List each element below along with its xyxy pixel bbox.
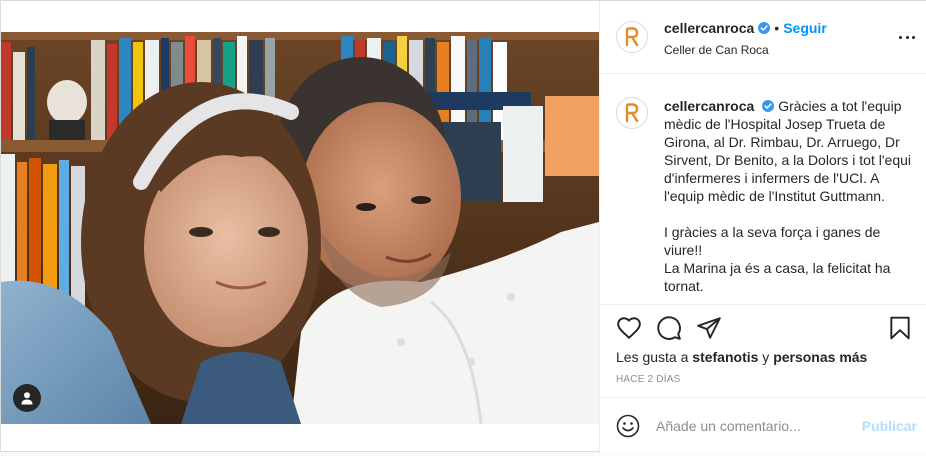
photo-image xyxy=(1,32,599,424)
person-icon xyxy=(21,392,33,405)
comment-icon xyxy=(657,316,681,340)
likes-user-link[interactable]: stefanotis xyxy=(692,349,758,365)
caption-gap xyxy=(664,205,914,223)
likes-prefix: Les gusta a xyxy=(616,349,693,365)
likes-summary: Les gusta a stefanotis y personas más xyxy=(616,349,867,365)
post-location[interactable]: Celler de Can Roca xyxy=(664,43,769,57)
separator-dot: • xyxy=(774,20,780,36)
verified-badge-icon xyxy=(758,22,771,34)
more-dot xyxy=(912,35,915,39)
author-row: cellercanroca • Seguir xyxy=(664,20,827,36)
caption-username[interactable]: cellercanroca xyxy=(664,98,754,114)
caption-paragraph-2: I gràcies a la seva força i ganes de viu… xyxy=(664,224,881,258)
caption-paragraph-3: La Marina ja és a casa, la felicitat ha … xyxy=(664,260,891,294)
user-tag-button[interactable] xyxy=(13,384,41,412)
emoji-button[interactable] xyxy=(616,414,640,438)
author-username[interactable]: cellercanroca xyxy=(664,20,754,36)
like-button[interactable] xyxy=(616,315,642,341)
post-timestamp[interactable]: HACE 2 DÍAS xyxy=(616,374,680,385)
likes-others-link[interactable]: personas más xyxy=(773,349,867,365)
likes-middle: y xyxy=(758,349,774,365)
post-header: cellercanroca • Seguir Celler de Can Roc… xyxy=(600,1,926,74)
caption-text: cellercanroca Gràcies a tot l'equip mèdi… xyxy=(664,97,914,295)
share-button[interactable] xyxy=(696,315,722,341)
follow-button[interactable]: Seguir xyxy=(783,20,827,36)
paper-plane-icon xyxy=(697,317,721,339)
post-photo[interactable] xyxy=(1,32,599,424)
comment-input[interactable] xyxy=(656,414,856,438)
caption-paragraph-1: cellercanroca Gràcies a tot l'equip mèdi… xyxy=(664,97,914,205)
more-options-button[interactable] xyxy=(897,27,917,47)
comment-form: Publicar xyxy=(600,397,926,453)
post-side-panel: cellercanroca • Seguir Celler de Can Roc… xyxy=(599,1,926,453)
post-frame: cellercanroca • Seguir Celler de Can Roc… xyxy=(0,0,926,453)
more-dot xyxy=(905,35,909,39)
emoji-icon xyxy=(616,414,640,438)
bookmark-icon xyxy=(890,316,910,340)
verified-badge-icon xyxy=(762,100,775,112)
heart-icon xyxy=(617,317,641,340)
caption-avatar[interactable] xyxy=(616,97,648,129)
caption-section: cellercanroca Gràcies a tot l'equip mèdi… xyxy=(600,75,926,303)
action-bar xyxy=(600,304,926,350)
comment-button[interactable] xyxy=(656,315,682,341)
publish-button[interactable]: Publicar xyxy=(862,418,917,434)
save-button[interactable] xyxy=(887,315,913,341)
celler-logo-icon xyxy=(625,103,639,123)
author-avatar[interactable] xyxy=(616,21,648,53)
more-horizontal-icon xyxy=(899,35,902,39)
celler-logo-icon xyxy=(625,27,639,47)
